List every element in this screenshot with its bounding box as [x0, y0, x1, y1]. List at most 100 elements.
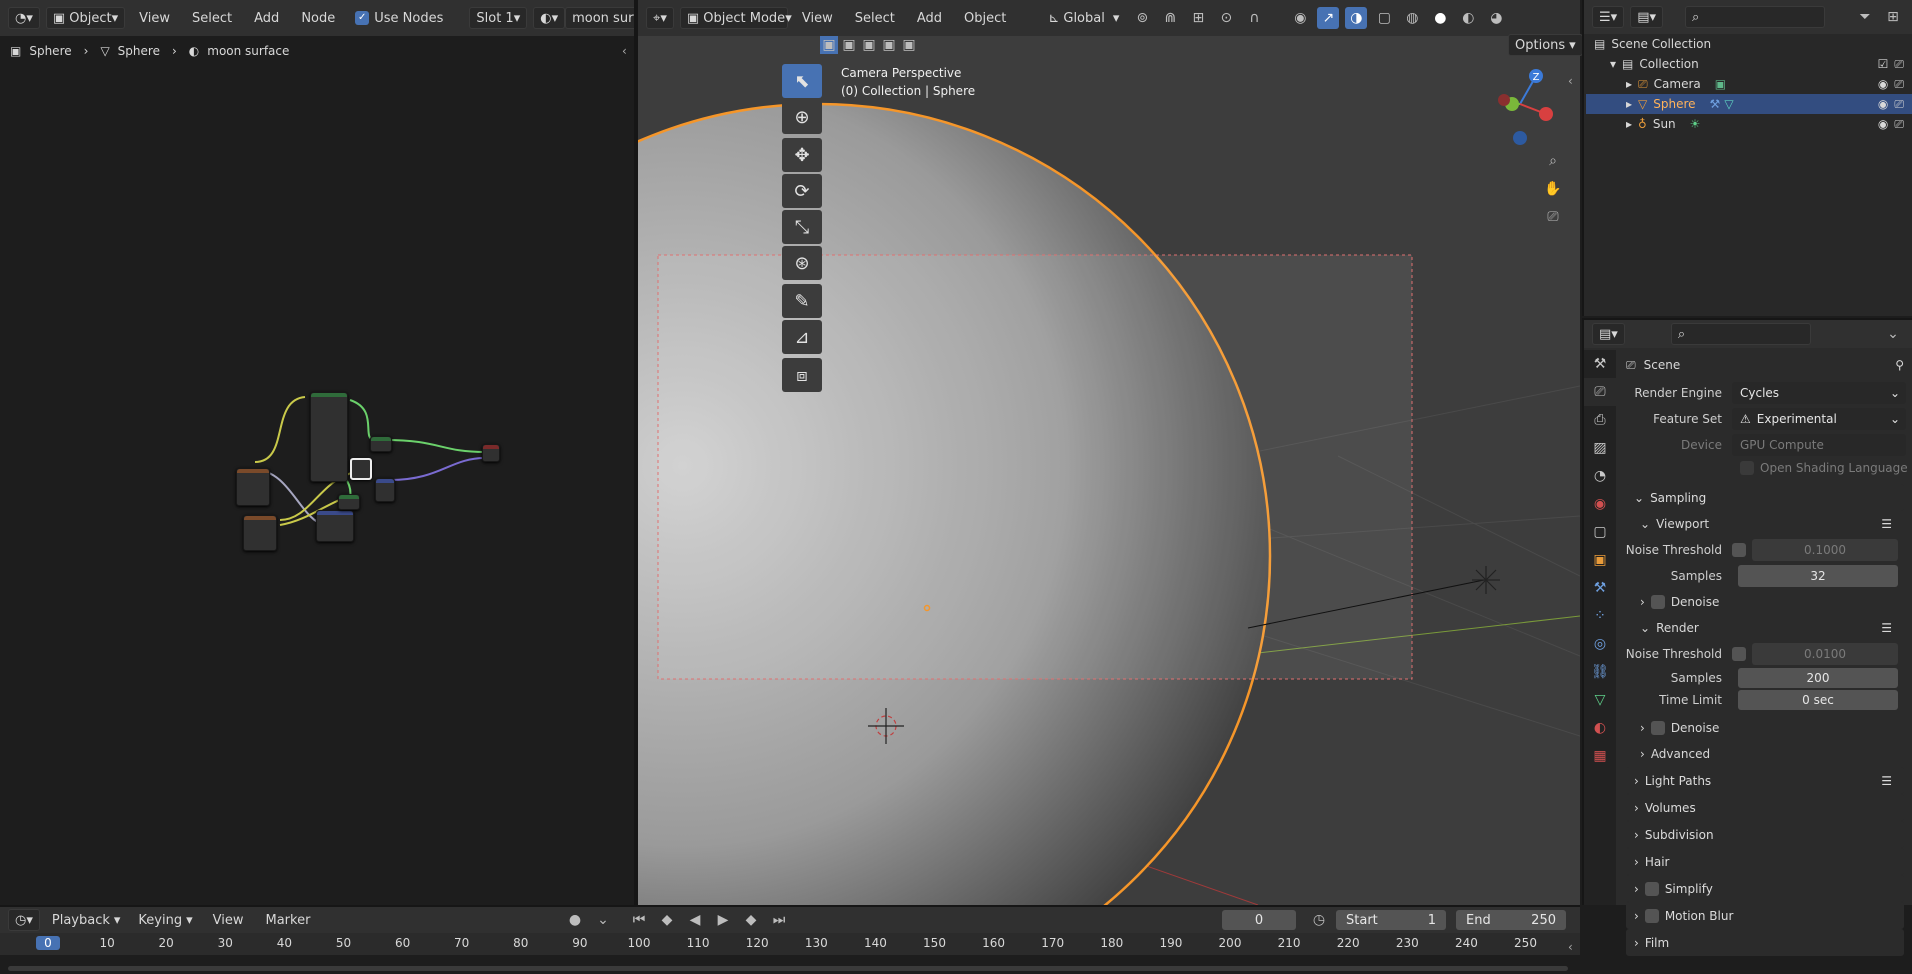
- outliner-row-camera[interactable]: ▸ ⎚ Camera ▣ ◉ ⎚: [1586, 74, 1912, 94]
- pivot-icon[interactable]: ⊚: [1131, 7, 1153, 29]
- menu-view[interactable]: View: [205, 913, 252, 928]
- start-frame-field[interactable]: Start 1: [1336, 910, 1446, 930]
- material-tab-icon[interactable]: ◐: [1584, 714, 1616, 742]
- node-image-texture[interactable]: [236, 468, 270, 506]
- render-noise-threshold-field[interactable]: 0.0100: [1752, 643, 1898, 665]
- menu-select[interactable]: Select: [847, 11, 903, 26]
- rotate-tool[interactable]: ⟳: [782, 174, 822, 208]
- chevron-down-icon[interactable]: ⌄: [1882, 323, 1904, 345]
- outliner-row-scene-collection[interactable]: ▤ Scene Collection: [1586, 34, 1912, 54]
- select-invert-icon[interactable]: ▣: [880, 36, 898, 54]
- shader-type-dropdown[interactable]: ▣ Object ▾: [45, 7, 126, 29]
- visibility-icon[interactable]: ◉: [1289, 7, 1311, 29]
- editor-type-button[interactable]: ☰▾: [1592, 6, 1625, 28]
- camera-render-icon[interactable]: ⎚: [1894, 97, 1904, 112]
- time-limit-field[interactable]: 0 sec: [1738, 690, 1898, 710]
- editor-type-button[interactable]: ⌖▾: [646, 7, 674, 29]
- prev-keyframe-icon[interactable]: ◆: [656, 909, 678, 931]
- slot-dropdown[interactable]: Slot 1 ▾: [469, 7, 528, 29]
- node-selected[interactable]: [350, 458, 372, 480]
- gizmo-icon[interactable]: ↗: [1317, 7, 1340, 29]
- presets-list-icon[interactable]: ☰: [1881, 774, 1892, 788]
- keyframe-type-icon[interactable]: ⌄: [592, 909, 614, 931]
- properties-search-input[interactable]: ⌕: [1670, 323, 1811, 345]
- timeline-sidebar-toggle-icon[interactable]: ‹: [1568, 940, 1573, 954]
- noise-threshold-checkbox[interactable]: [1732, 647, 1746, 661]
- pan-hand-icon[interactable]: ✋: [1542, 178, 1564, 200]
- select-subtract-icon[interactable]: ▣: [860, 36, 878, 54]
- select-extend-icon[interactable]: ▣: [840, 36, 858, 54]
- advanced-subpanel-header[interactable]: › Advanced: [1618, 741, 1912, 767]
- menu-node[interactable]: Node: [293, 11, 343, 26]
- annotate-tool[interactable]: ✎: [782, 284, 822, 318]
- device-dropdown[interactable]: GPU Compute: [1732, 434, 1906, 456]
- scene-tab-icon[interactable]: ◔: [1584, 462, 1616, 490]
- outliner-row-sun[interactable]: ▸ ♁ Sun ☀ ◉ ⎚: [1586, 114, 1912, 134]
- navigation-gizmo[interactable]: Z: [1490, 64, 1560, 154]
- node-small[interactable]: [338, 494, 360, 510]
- hair-panel-header[interactable]: › Hair: [1626, 848, 1904, 875]
- physics-tab-icon[interactable]: ◎: [1584, 630, 1616, 658]
- zoom-icon[interactable]: ⌕: [1542, 150, 1564, 172]
- play-icon[interactable]: ▶: [712, 909, 734, 931]
- presets-list-icon[interactable]: ☰: [1881, 621, 1892, 635]
- node-mix-shader[interactable]: [370, 436, 392, 452]
- eye-icon[interactable]: ◉: [1878, 97, 1888, 111]
- new-collection-icon[interactable]: ⊞: [1882, 6, 1904, 28]
- use-nodes-toggle[interactable]: ✓ Use Nodes: [349, 7, 449, 29]
- eye-icon[interactable]: ◉: [1878, 117, 1888, 131]
- menu-add[interactable]: Add: [909, 11, 950, 26]
- menu-add[interactable]: Add: [246, 11, 287, 26]
- checkbox-checked-icon[interactable]: ☑: [1878, 57, 1889, 71]
- mesh-data-tab-icon[interactable]: ▽: [1584, 686, 1616, 714]
- viewport-sidebar-toggle-icon[interactable]: ‹: [1568, 74, 1573, 88]
- falloff-icon[interactable]: ∩: [1243, 7, 1265, 29]
- view-layer-tab-icon[interactable]: ▨: [1584, 434, 1616, 462]
- current-frame-field[interactable]: 0: [1222, 910, 1296, 930]
- rendered-shading-icon[interactable]: ◕: [1485, 7, 1507, 29]
- move-tool[interactable]: ✥: [782, 138, 822, 172]
- material-shading-icon[interactable]: ◐: [1457, 7, 1479, 29]
- editor-type-button[interactable]: ▤▾: [1592, 323, 1625, 345]
- timeline-scrollbar[interactable]: [8, 966, 1568, 971]
- simplify-panel-header[interactable]: › Simplify: [1626, 875, 1904, 902]
- node-image-texture[interactable]: [243, 515, 277, 551]
- world-tab-icon[interactable]: ◉: [1584, 490, 1616, 518]
- motion-blur-panel-header[interactable]: › Motion Blur: [1626, 902, 1904, 929]
- playback-menu[interactable]: Playback ▾: [46, 909, 127, 931]
- timeline-ruler[interactable]: 0 10 20 30 40 50 60 70 80 90 100 110 120 130 140 150 160…: [0, 933, 1580, 955]
- stopwatch-icon[interactable]: ◷: [1308, 909, 1330, 931]
- feature-set-dropdown[interactable]: ⚠ Experimental ⌄: [1732, 408, 1906, 430]
- play-reverse-icon[interactable]: ◀: [684, 909, 706, 931]
- viewport-3d[interactable]: [638, 36, 1580, 905]
- viewport-subpanel-header[interactable]: ⌄ Viewport ☰: [1618, 511, 1912, 537]
- current-frame-indicator[interactable]: 0: [36, 936, 60, 950]
- render-denoise-row[interactable]: › Denoise: [1618, 715, 1912, 741]
- cursor-tool[interactable]: ⊕: [782, 100, 822, 134]
- select-box-tool[interactable]: ⬉: [782, 64, 822, 98]
- collection-tab-icon[interactable]: ▢: [1584, 518, 1616, 546]
- outliner-row-collection[interactable]: ▾ ▤ Collection ☑ ⎚: [1586, 54, 1912, 74]
- outliner-search-input[interactable]: ⌕: [1685, 6, 1825, 28]
- particles-tab-icon[interactable]: ⁘: [1584, 602, 1616, 630]
- node-displacement[interactable]: [375, 478, 395, 502]
- select-intersect-icon[interactable]: ▣: [900, 36, 918, 54]
- measure-tool[interactable]: ⊿: [782, 320, 822, 354]
- proportional-edit-icon[interactable]: ⊙: [1215, 7, 1237, 29]
- select-new-icon[interactable]: ▣: [820, 36, 838, 54]
- jump-end-icon[interactable]: ⏭: [768, 909, 790, 931]
- next-keyframe-icon[interactable]: ◆: [740, 909, 762, 931]
- render-tab-icon[interactable]: ⎚: [1584, 378, 1616, 406]
- render-subpanel-header[interactable]: ⌄ Render ☰: [1618, 615, 1912, 641]
- material-browse-button[interactable]: ◐▾: [533, 7, 566, 29]
- snap-increment-icon[interactable]: ⊞: [1187, 7, 1209, 29]
- solid-shading-icon[interactable]: ●: [1429, 7, 1451, 29]
- snap-icon[interactable]: ⋒: [1159, 7, 1181, 29]
- presets-list-icon[interactable]: ☰: [1881, 517, 1892, 531]
- render-samples-field[interactable]: 200: [1738, 668, 1898, 688]
- menu-view[interactable]: View: [131, 11, 178, 26]
- modifier-tab-icon[interactable]: ⚒: [1584, 574, 1616, 602]
- osl-checkbox[interactable]: [1740, 461, 1754, 475]
- transform-tool[interactable]: ⊛: [782, 246, 822, 280]
- denoise-checkbox[interactable]: [1650, 595, 1665, 609]
